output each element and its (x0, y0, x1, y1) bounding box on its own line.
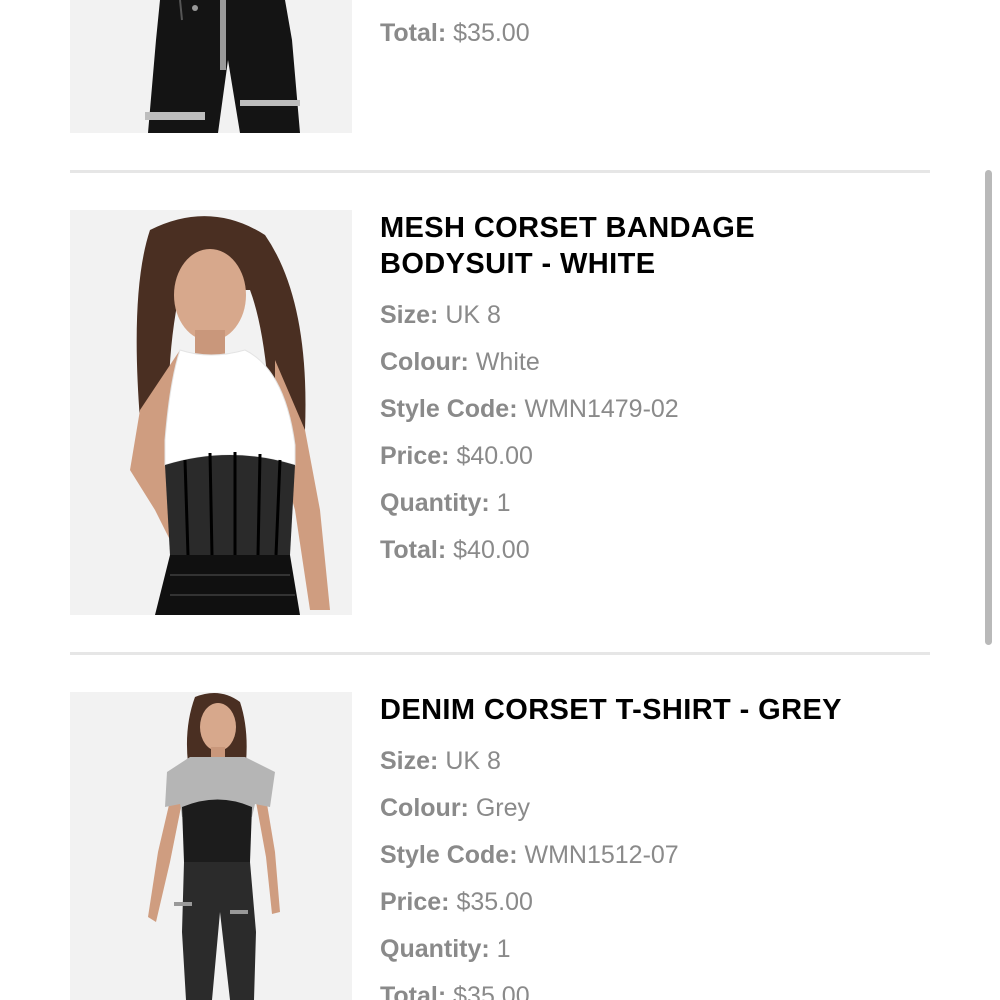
colour-value: Grey (475, 794, 531, 822)
product-image[interactable] (70, 0, 352, 133)
colour-row: Colour: Grey (380, 785, 920, 832)
total-row: Total: $35.00 (380, 973, 920, 1000)
size-value: UK 8 (445, 747, 501, 775)
product-photo-tshirt-grey (70, 692, 352, 1000)
price-label: Price: (380, 442, 450, 470)
total-value: $35.00 (453, 982, 530, 1000)
product-photo-bodysuit-white (70, 210, 352, 615)
style-code-value: WMN1512-07 (524, 841, 679, 869)
quantity-value: 1 (496, 935, 511, 963)
item-details: Total: $35.00 (380, 10, 920, 57)
size-label: Size: (380, 301, 439, 329)
total-row: Total: $35.00 (380, 10, 920, 57)
product-title[interactable]: MESH CORSET BANDAGE BODYSUIT - WHITE (380, 210, 920, 282)
total-label: Total: (380, 536, 447, 564)
price-value: $40.00 (456, 442, 533, 470)
quantity-label: Quantity: (380, 935, 490, 963)
size-value: UK 8 (445, 301, 501, 329)
size-row: Size: UK 8 (380, 738, 920, 785)
quantity-label: Quantity: (380, 489, 490, 517)
style-code-value: WMN1479-02 (524, 395, 679, 423)
item-divider (70, 170, 930, 173)
colour-label: Colour: (380, 794, 469, 822)
item-details: MESH CORSET BANDAGE BODYSUIT - WHITE Siz… (380, 210, 920, 574)
order-item: Total: $35.00 (70, 0, 930, 135)
colour-row: Colour: White (380, 339, 920, 386)
product-title-line: MESH CORSET BANDAGE (380, 212, 755, 244)
total-value: $35.00 (453, 19, 530, 47)
price-label: Price: (380, 888, 450, 916)
product-title-line: BODYSUIT - WHITE (380, 248, 656, 280)
size-label: Size: (380, 747, 439, 775)
colour-value: White (475, 348, 540, 376)
item-details: DENIM CORSET T-SHIRT - GREY Size: UK 8 C… (380, 692, 920, 1000)
product-title-line: DENIM CORSET T-SHIRT - GREY (380, 694, 842, 726)
colour-label: Colour: (380, 348, 469, 376)
product-image[interactable] (70, 692, 352, 1000)
order-items-page: Total: $35.00 MESH CORSET BANDAGE BODYSU… (0, 0, 1000, 1000)
order-item: MESH CORSET BANDAGE BODYSUIT - WHITE Siz… (70, 210, 930, 620)
quantity-row: Quantity: 1 (380, 926, 920, 973)
quantity-row: Quantity: 1 (380, 480, 920, 527)
product-photo-jeans (70, 0, 352, 133)
total-label: Total: (380, 982, 447, 1000)
total-row: Total: $40.00 (380, 527, 920, 574)
style-code-label: Style Code: (380, 395, 518, 423)
total-label: Total: (380, 19, 447, 47)
price-row: Price: $35.00 (380, 879, 920, 926)
size-row: Size: UK 8 (380, 292, 920, 339)
total-value: $40.00 (453, 536, 530, 564)
scrollbar[interactable] (985, 170, 992, 645)
product-image[interactable] (70, 210, 352, 615)
price-value: $35.00 (456, 888, 533, 916)
style-code-row: Style Code: WMN1479-02 (380, 386, 920, 433)
style-code-row: Style Code: WMN1512-07 (380, 832, 920, 879)
style-code-label: Style Code: (380, 841, 518, 869)
item-divider (70, 652, 930, 655)
product-title[interactable]: DENIM CORSET T-SHIRT - GREY (380, 692, 920, 728)
price-row: Price: $40.00 (380, 433, 920, 480)
quantity-value: 1 (496, 489, 511, 517)
order-item: DENIM CORSET T-SHIRT - GREY Size: UK 8 C… (70, 692, 930, 1000)
